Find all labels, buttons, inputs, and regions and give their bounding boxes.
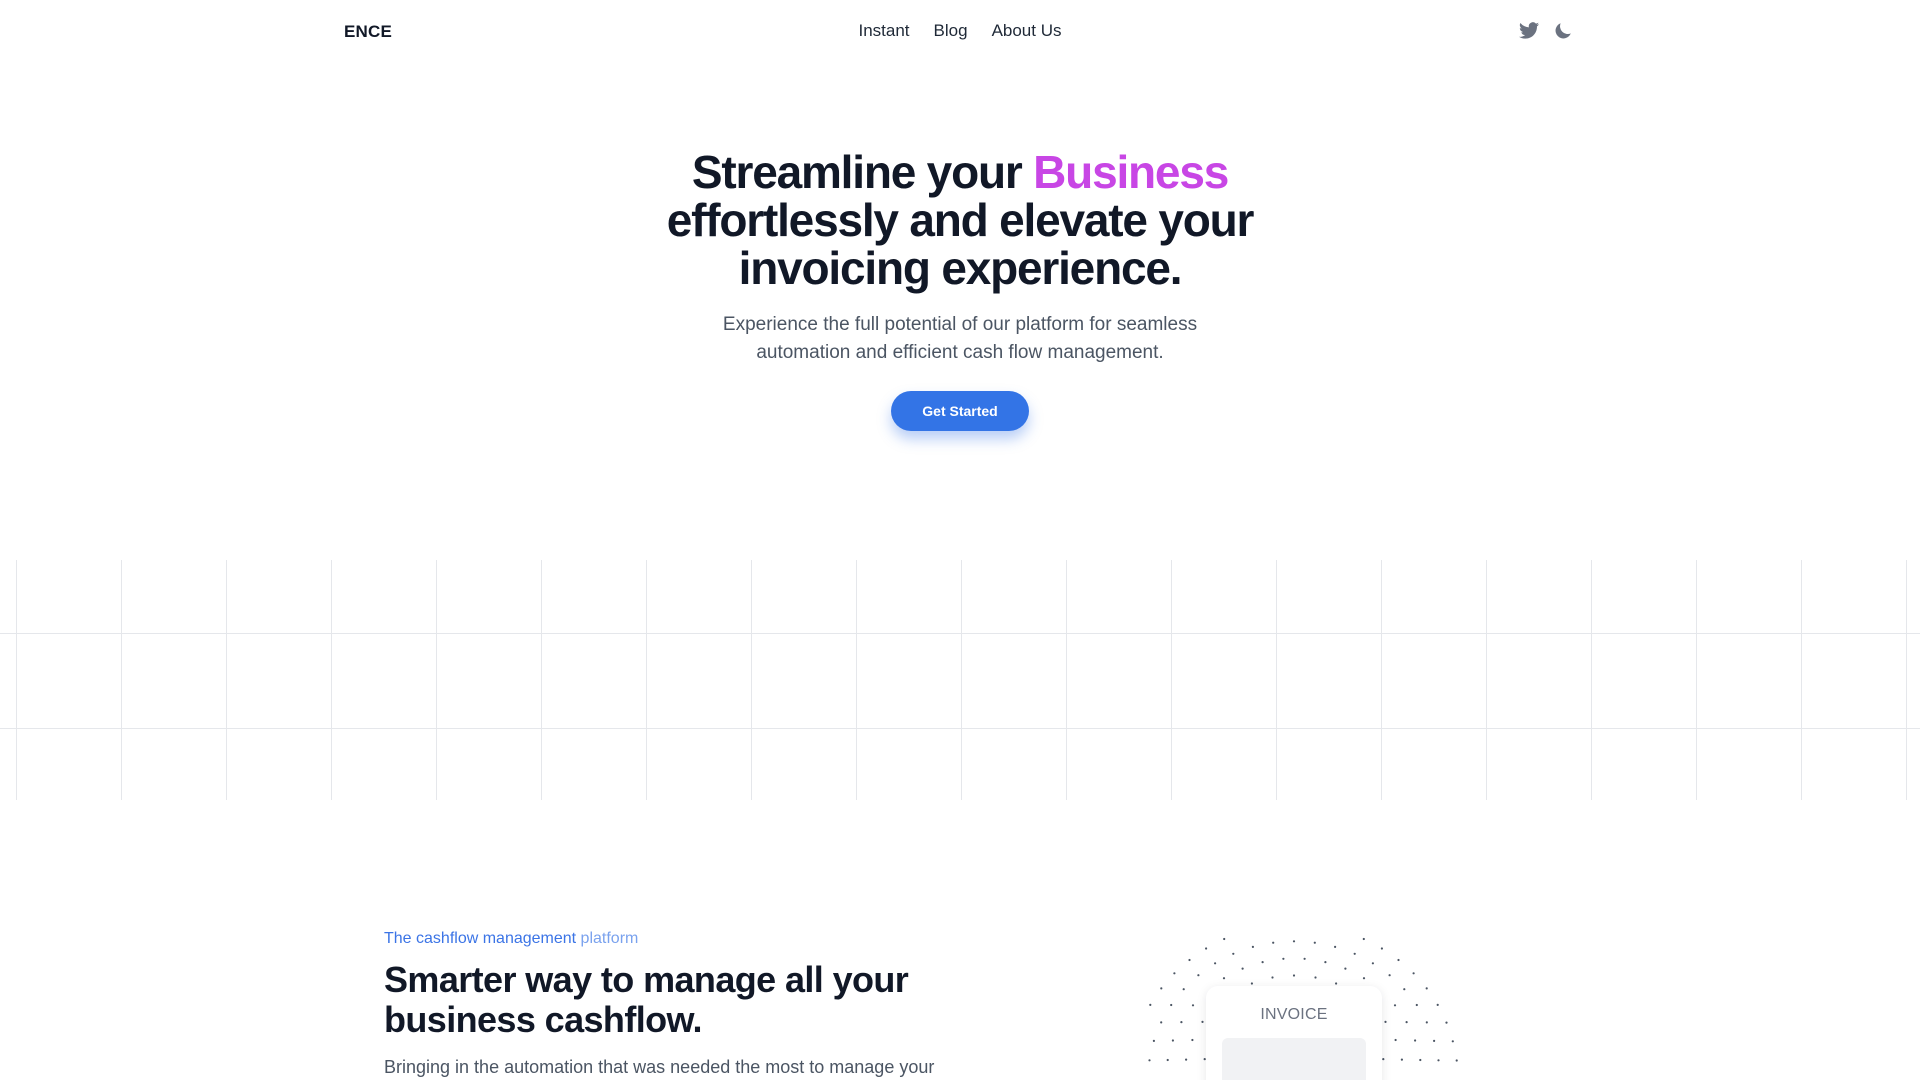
decor-dot [1414,1039,1417,1042]
decor-dot [1191,1038,1194,1042]
hero-title: Streamline your Business effortlessly an… [0,148,1920,292]
feature-title-line1: Smarter way to manage all your [384,959,909,1000]
decor-dot [1445,1021,1448,1024]
decor-dot [1148,1059,1151,1062]
decor-dot [1188,958,1191,962]
decor-dot [1292,940,1296,943]
decor-dot [1335,982,1338,985]
decor-dot [1201,1020,1204,1023]
decor-dot [1362,977,1366,980]
decor-dot [1171,1039,1174,1042]
feature-section: The cashflow management platform Smarter… [384,930,984,1080]
decor-dot [1451,1040,1454,1043]
decor-dot [1205,947,1208,950]
decor-dot [1382,1058,1385,1061]
feature-eyebrow-main: The cashflow management [384,930,577,947]
decor-dot [1173,972,1176,975]
decor-dot [1388,974,1391,977]
decor-dot [1455,1059,1458,1062]
decor-dot [1261,961,1264,964]
decor-dot [1412,972,1415,975]
decor-dot [1415,1003,1418,1007]
decor-dot [1222,977,1226,980]
decor-dot [1250,982,1253,985]
decor-dot [1433,1039,1436,1042]
nav-icons [1518,20,1574,42]
decor-dot [1152,1039,1155,1042]
decor-dot [1149,1003,1152,1006]
decor-dot [1271,976,1274,979]
decor-dot [1232,952,1235,955]
decor-dot [1405,1021,1408,1024]
decor-dot [1394,1038,1397,1042]
decor-dot [1160,1021,1163,1024]
decor-dot [1241,967,1244,970]
hero-title-accent: Business [1033,146,1229,198]
decor-dot [1353,952,1356,955]
decor-dot [1425,1021,1428,1024]
decor-dot [1166,1058,1169,1062]
hero-title-part1: Streamline your [691,146,1034,198]
decor-dot [1425,987,1428,990]
twitter-icon[interactable] [1518,20,1540,42]
decor-dot [1272,941,1275,944]
hero-subtitle: Experience the full potential of our pla… [0,311,1920,367]
moon-icon[interactable] [1552,20,1574,42]
hero-subtitle-line2: automation and efficient cash flow manag… [756,342,1164,363]
decor-dot [1334,945,1337,948]
feature-eyebrow-fade: platform [576,930,639,947]
decor-dot [1403,988,1406,991]
decor-dot [1223,937,1226,941]
grid-background [0,560,1920,800]
decor-dot [1282,957,1285,960]
feature-description: Bringing in the automation that was need… [384,1057,935,1077]
invoice-card-label: INVOICE [1260,1006,1328,1023]
decor-dot [1182,988,1185,991]
decor-dot [1380,947,1383,950]
decor-dot [1170,1003,1173,1007]
feature-title-line2: business cashflow. [384,999,703,1040]
decor-dot [1185,1058,1188,1061]
decor-dot [1393,1004,1397,1007]
decor-dot [1251,945,1254,948]
nav-link-instant[interactable]: Instant [858,21,909,41]
landing-page: ENCE Instant Blog About Us Streamline yo… [0,0,1920,1080]
hero-subtitle-line1: Experience the full potential of our pla… [722,314,1198,335]
decor-dot [1197,974,1200,977]
decor-dot [1313,941,1316,944]
feature-title: Smarter way to manage all your business … [384,960,984,1040]
feature-eyebrow: The cashflow management platform [384,930,984,948]
decor-dot [1362,937,1365,941]
invoice-card: INVOICE [1206,986,1382,1080]
decor-dot [1397,958,1400,962]
decor-dot [1400,1058,1403,1061]
decor-dot [1419,1058,1422,1062]
decor-dot [1180,1021,1183,1024]
nav-link-about-us[interactable]: About Us [992,21,1062,41]
decor-dot [1436,1003,1439,1006]
decor-dot [1371,962,1374,965]
invoice-illustration: INVOICE [1140,930,1460,1080]
invoice-card-placeholder [1222,1038,1366,1080]
top-nav: ENCE Instant Blog About Us [0,0,1920,64]
nav-links: Instant Blog About Us [0,21,1920,41]
hero-title-part2: effortlessly and elevate your [666,194,1255,246]
decor-dot [1384,1020,1387,1023]
decor-dot [1191,1004,1195,1007]
decor-dot [1292,974,1296,977]
decor-dot [1344,967,1347,970]
hero-section: Streamline your Business effortlessly an… [0,148,1920,431]
decor-dot [1324,961,1327,964]
decor-dot [1214,962,1217,965]
decor-dot [1314,976,1317,979]
hero-title-part3: invoicing experience. [738,242,1183,294]
decor-dot [1160,987,1163,990]
get-started-button[interactable]: Get Started [891,391,1029,431]
decor-dot [1303,957,1306,960]
decor-dot [1437,1059,1440,1062]
nav-link-blog[interactable]: Blog [934,21,968,41]
